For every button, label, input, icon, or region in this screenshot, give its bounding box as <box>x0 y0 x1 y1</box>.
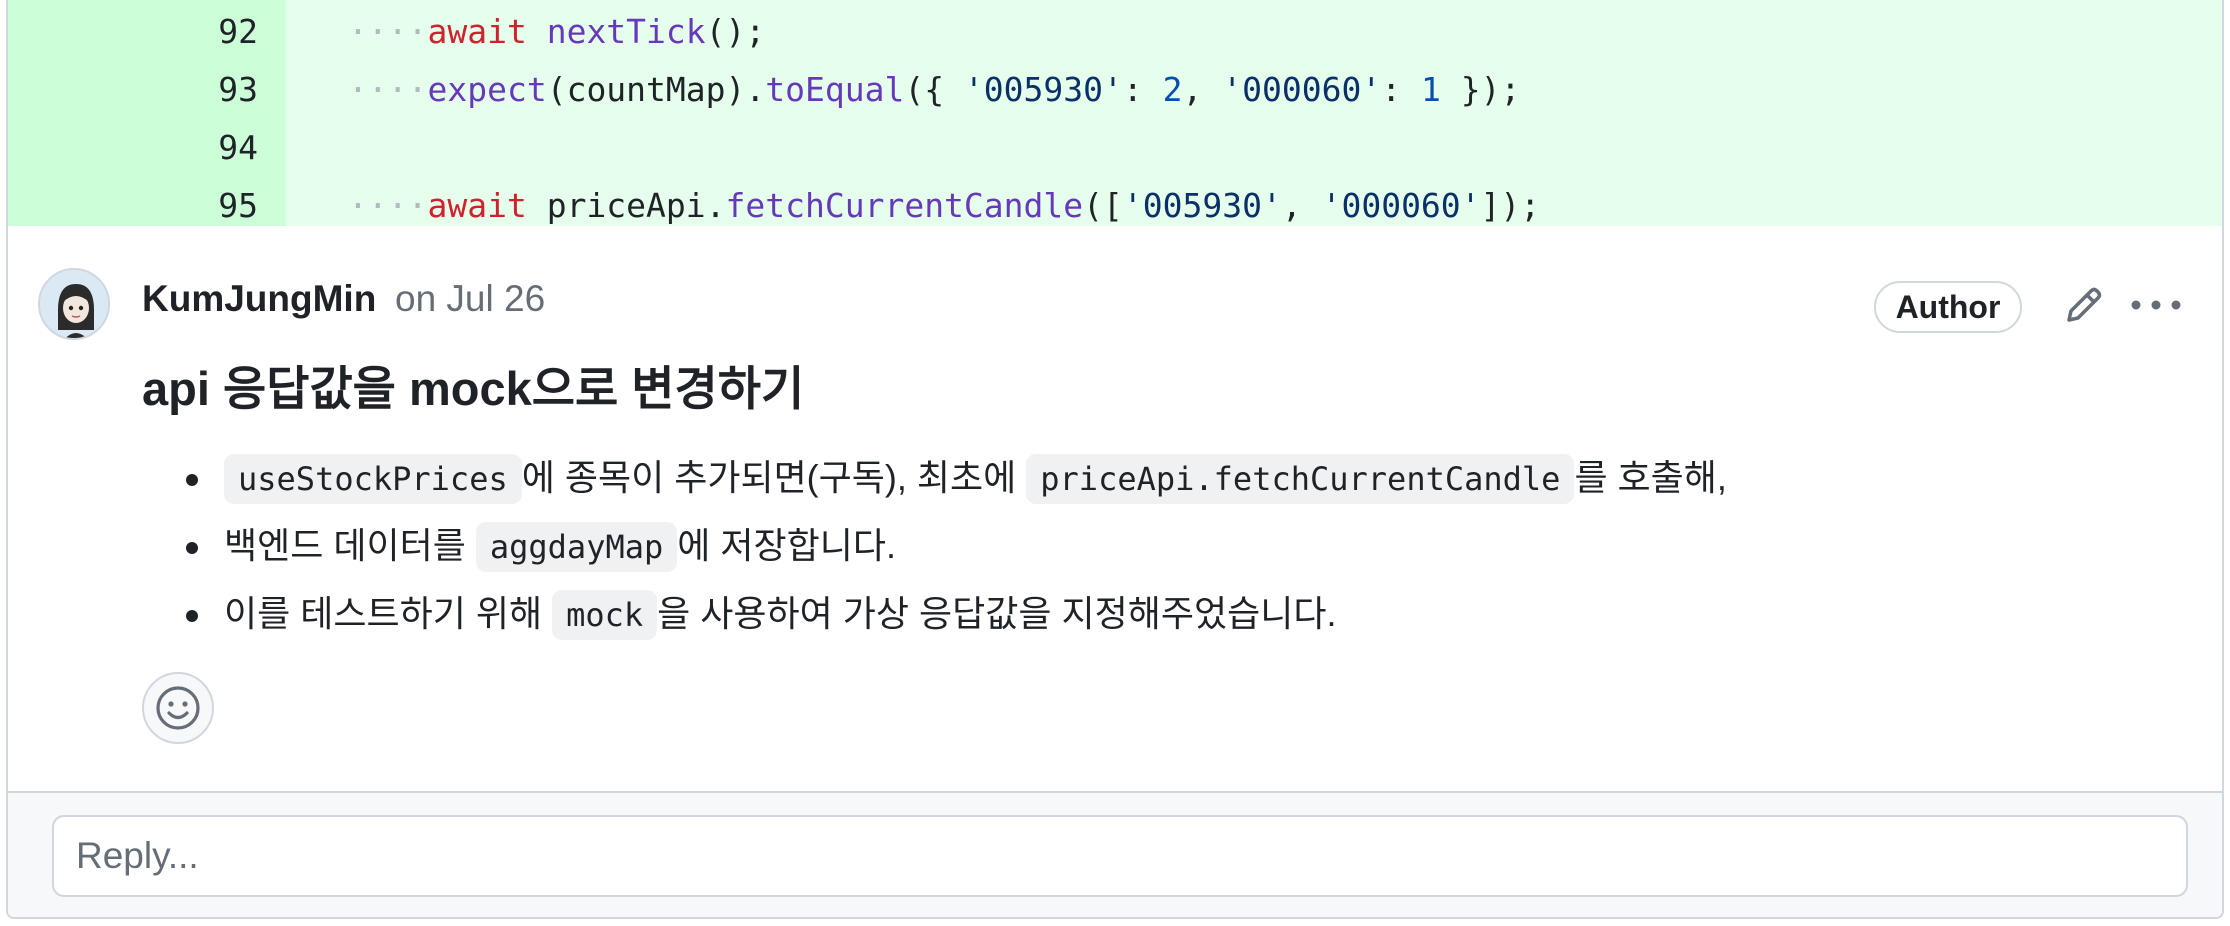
inline-code: aggdayMap <box>475 522 678 572</box>
code-content: ····expect(countMap).toEqual({ '005930':… <box>348 62 1520 117</box>
code-token: (countMap). <box>546 70 766 109</box>
line-number[interactable]: 92 <box>8 4 258 59</box>
whitespace-marker: ···· <box>348 186 428 225</box>
comment-author[interactable]: KumJungMin <box>142 278 376 320</box>
code-token: ({ <box>904 70 964 109</box>
whitespace-marker: ···· <box>348 12 428 51</box>
review-thread: 92 ····await nextTick(); 93 ····expect(coun… <box>6 0 2224 919</box>
code-token: : <box>1122 70 1163 109</box>
code-token: fetchCurrentCandle <box>725 186 1084 225</box>
add-reaction-button[interactable] <box>142 672 214 744</box>
list-text: 을 사용하여 가상 응답값을 지정해주었습니다. <box>657 593 1337 634</box>
code-token: ]); <box>1480 186 1541 225</box>
list-item: 이를 테스트하기 위해 mock 을 사용하여 가상 응답값을 지정해주었습니다. <box>142 580 1727 648</box>
code-token: ([ <box>1083 186 1123 225</box>
comment-date[interactable]: on Jul 26 <box>395 278 545 320</box>
whitespace-marker: ···· <box>348 70 428 109</box>
code-token: (); <box>705 12 766 51</box>
code-token: 2 <box>1162 70 1183 109</box>
inline-code: mock <box>552 590 658 640</box>
inline-code: useStockPrices <box>224 454 522 504</box>
code-token: , <box>1281 186 1322 225</box>
list-item: useStockPrices 에 종목이 추가되면(구독), 최초에 priceA… <box>142 444 1727 512</box>
code-token: '005930' <box>1122 186 1282 225</box>
list-text: 에 종목이 추가되면(구독), 최초에 <box>521 457 1027 498</box>
smiley-icon <box>156 686 200 730</box>
kebab-horizontal-icon[interactable] <box>2126 281 2186 329</box>
code-token: '000060' <box>1321 186 1481 225</box>
code-token: 1 <box>1420 70 1441 109</box>
code-content: ····await nextTick(); <box>348 4 765 59</box>
line-number[interactable]: 95 <box>8 178 258 233</box>
code-token: '005930' <box>963 70 1123 109</box>
pencil-icon[interactable] <box>2060 281 2108 329</box>
list-text: 이를 테스트하기 위해 <box>224 593 553 634</box>
author-badge: Author <box>1874 281 2022 333</box>
line-number[interactable]: 93 <box>8 62 258 117</box>
code-token: nextTick <box>546 12 706 51</box>
code-token: expect <box>427 70 547 109</box>
code-token: : <box>1381 70 1421 109</box>
inline-code: priceApi.fetchCurrentCandle <box>1026 454 1575 504</box>
reply-input[interactable]: Reply... <box>52 815 2188 897</box>
list-text: 백엔드 데이터를 <box>224 525 476 566</box>
diff-line: 92 ····await nextTick(); <box>8 4 2222 59</box>
reply-area: Reply... <box>8 791 2222 917</box>
diff-line: 95 ····await priceApi.fetchCurrentCandle(… <box>8 178 2222 233</box>
code-token: '000060' <box>1222 70 1382 109</box>
line-number[interactable]: 94 <box>8 120 258 175</box>
review-comment: KumJungMin on Jul 26 Author api 응답값을 moc… <box>8 226 2222 791</box>
code-token: }); <box>1440 70 1521 109</box>
comment-body: useStockPrices 에 종목이 추가되면(구독), 최초에 priceA… <box>142 444 1727 648</box>
code-token: priceApi. <box>526 186 726 225</box>
diff-line: 93 ····expect(countMap).toEqual({ '005930… <box>8 62 2222 117</box>
avatar-icon <box>40 270 108 338</box>
comment-title: api 응답값을 mock으로 변경하기 <box>142 362 805 415</box>
diff-snippet: 92 ····await nextTick(); 93 ····expect(coun… <box>8 0 2222 228</box>
list-text: 에 저장합니다. <box>677 525 896 566</box>
code-token: await <box>427 12 527 51</box>
code-token: , <box>1182 70 1223 109</box>
code-token: await <box>427 186 527 225</box>
code-token: toEqual <box>765 70 905 109</box>
list-item: 백엔드 데이터를 aggdayMap 에 저장합니다. <box>142 512 1727 580</box>
list-text: 를 호출해, <box>1574 457 1727 498</box>
avatar[interactable] <box>38 268 110 340</box>
diff-line: 94 <box>8 120 2222 175</box>
code-content: ····await priceApi.fetchCurrentCandle(['… <box>348 178 1540 233</box>
